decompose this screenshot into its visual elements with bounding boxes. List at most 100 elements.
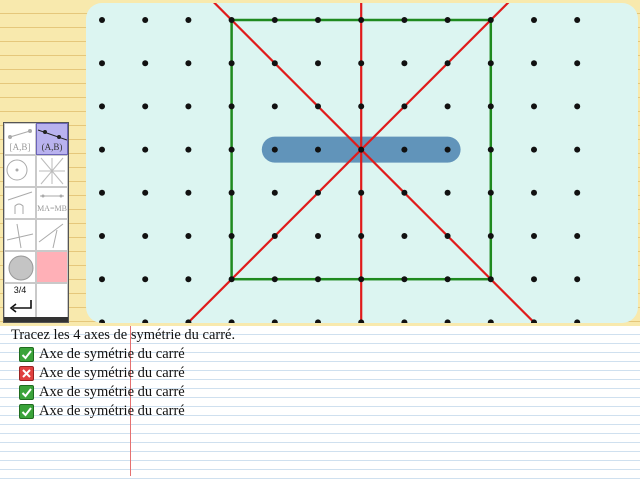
answer-label: Axe de symétrie du carré xyxy=(39,384,185,400)
grid-dot xyxy=(401,103,408,110)
check-icon xyxy=(19,385,34,400)
grid-dot xyxy=(358,146,365,153)
counter-label: 3/4 xyxy=(13,285,27,295)
grid-dot xyxy=(142,17,149,23)
grid-dot xyxy=(99,319,105,323)
grid-dot xyxy=(228,233,235,239)
grid-dot xyxy=(358,189,365,196)
grid-icon xyxy=(39,157,65,185)
segment-tool[interactable]: [A,B] xyxy=(4,123,36,155)
check-icon xyxy=(19,347,34,362)
geoboard[interactable] xyxy=(86,3,638,323)
parallel-tool[interactable] xyxy=(36,219,68,251)
grid-dot xyxy=(574,189,581,196)
grid-dot xyxy=(444,17,451,23)
grid-dot xyxy=(358,276,365,283)
grid-dot xyxy=(574,17,581,23)
grid-dot xyxy=(531,276,537,283)
grid-dot xyxy=(142,276,149,283)
gray-disc-icon xyxy=(8,255,34,281)
empty-tool-slot xyxy=(36,283,68,319)
grid-dot xyxy=(444,146,451,153)
grid-dot xyxy=(574,319,581,323)
tool-palette: [A,B] (A,B) MA=MB 3/4 xyxy=(3,122,69,323)
grid-tool[interactable] xyxy=(36,155,68,187)
grid-dot xyxy=(531,17,537,23)
grid-dot xyxy=(142,146,149,153)
grid-dot xyxy=(487,60,494,67)
answer-item: Axe de symétrie du carré xyxy=(11,364,235,383)
grid-dot xyxy=(401,276,408,283)
gray-color[interactable] xyxy=(4,251,36,283)
grid-dot xyxy=(142,60,149,67)
midpoint-tool[interactable]: MA=MB xyxy=(36,187,68,219)
answer-label: Axe de symétrie du carré xyxy=(39,346,185,362)
grid-dot xyxy=(315,60,321,67)
grid-dot xyxy=(358,319,365,323)
grid-dot xyxy=(99,146,105,153)
grid-dot xyxy=(531,60,537,67)
grid-dot xyxy=(574,146,581,153)
grid-dot xyxy=(99,276,105,283)
line-tool[interactable]: (A,B) xyxy=(36,123,68,155)
angle-tool[interactable] xyxy=(4,187,36,219)
grid-dot xyxy=(531,103,537,110)
segment-tool-label: [A,B] xyxy=(9,142,31,152)
grid-dot xyxy=(315,17,321,23)
palette-footer xyxy=(4,317,68,322)
answer-label: Axe de symétrie du carré xyxy=(39,365,185,381)
grid-dot xyxy=(271,276,278,283)
grid-dot xyxy=(531,189,537,196)
grid-dot xyxy=(315,146,321,153)
perpendicular-tool[interactable] xyxy=(4,219,36,251)
grid-dot xyxy=(228,189,235,196)
answer-list: Axe de symétrie du carré Axe de symétrie … xyxy=(11,345,235,421)
answer-item: Axe de symétrie du carré xyxy=(11,402,235,421)
grid-dot xyxy=(444,233,451,239)
pink-color[interactable] xyxy=(36,251,68,283)
grid-dot xyxy=(358,233,365,239)
answer-item: Axe de symétrie du carré xyxy=(11,345,235,364)
circle-icon xyxy=(6,159,28,181)
grid-dot xyxy=(487,233,494,239)
exercise-prompt: Tracez les 4 axes de symétrie du carré. xyxy=(11,327,236,343)
answer-item: Axe de symétrie du carré xyxy=(11,383,235,402)
grid-dot xyxy=(228,319,235,323)
grid-dot xyxy=(487,103,494,110)
grid-dot xyxy=(574,233,581,239)
grid-dot xyxy=(228,17,235,23)
grid-dot xyxy=(444,60,451,67)
grid-dot xyxy=(487,146,494,153)
grid-dot xyxy=(185,60,192,67)
grid-dot xyxy=(99,233,105,239)
grid-dot xyxy=(271,17,278,23)
undo-button[interactable]: 3/4 xyxy=(4,283,36,319)
grid-dot xyxy=(271,319,278,323)
grid-dot xyxy=(271,60,278,67)
midpoint-tool-label: MA=MB xyxy=(37,204,67,213)
perpendicular-icon xyxy=(6,223,34,249)
grid-dot xyxy=(444,319,451,323)
mediator-icon xyxy=(40,194,64,198)
grid-dot xyxy=(358,17,365,23)
grid-dot xyxy=(444,189,451,196)
grid-dot xyxy=(531,233,537,239)
circle-tool[interactable] xyxy=(4,155,36,187)
grid-dot xyxy=(401,233,408,239)
grid-dot xyxy=(185,233,192,239)
grid-dot xyxy=(99,103,105,110)
line-tool-label: (A,B) xyxy=(41,142,63,152)
grid-dot xyxy=(487,189,494,196)
grid-dot xyxy=(487,17,494,23)
grid-dot xyxy=(487,276,494,283)
grid-dot xyxy=(185,189,192,196)
angle-icon xyxy=(7,191,33,214)
grid-dot xyxy=(315,189,321,196)
grid-dot xyxy=(228,276,235,283)
parallel-icon xyxy=(38,223,64,249)
grid-dot xyxy=(358,103,365,110)
grid-dot xyxy=(315,319,321,323)
geoboard-canvas[interactable] xyxy=(86,3,638,323)
grid-dot xyxy=(444,276,451,283)
grid-dot xyxy=(531,146,537,153)
